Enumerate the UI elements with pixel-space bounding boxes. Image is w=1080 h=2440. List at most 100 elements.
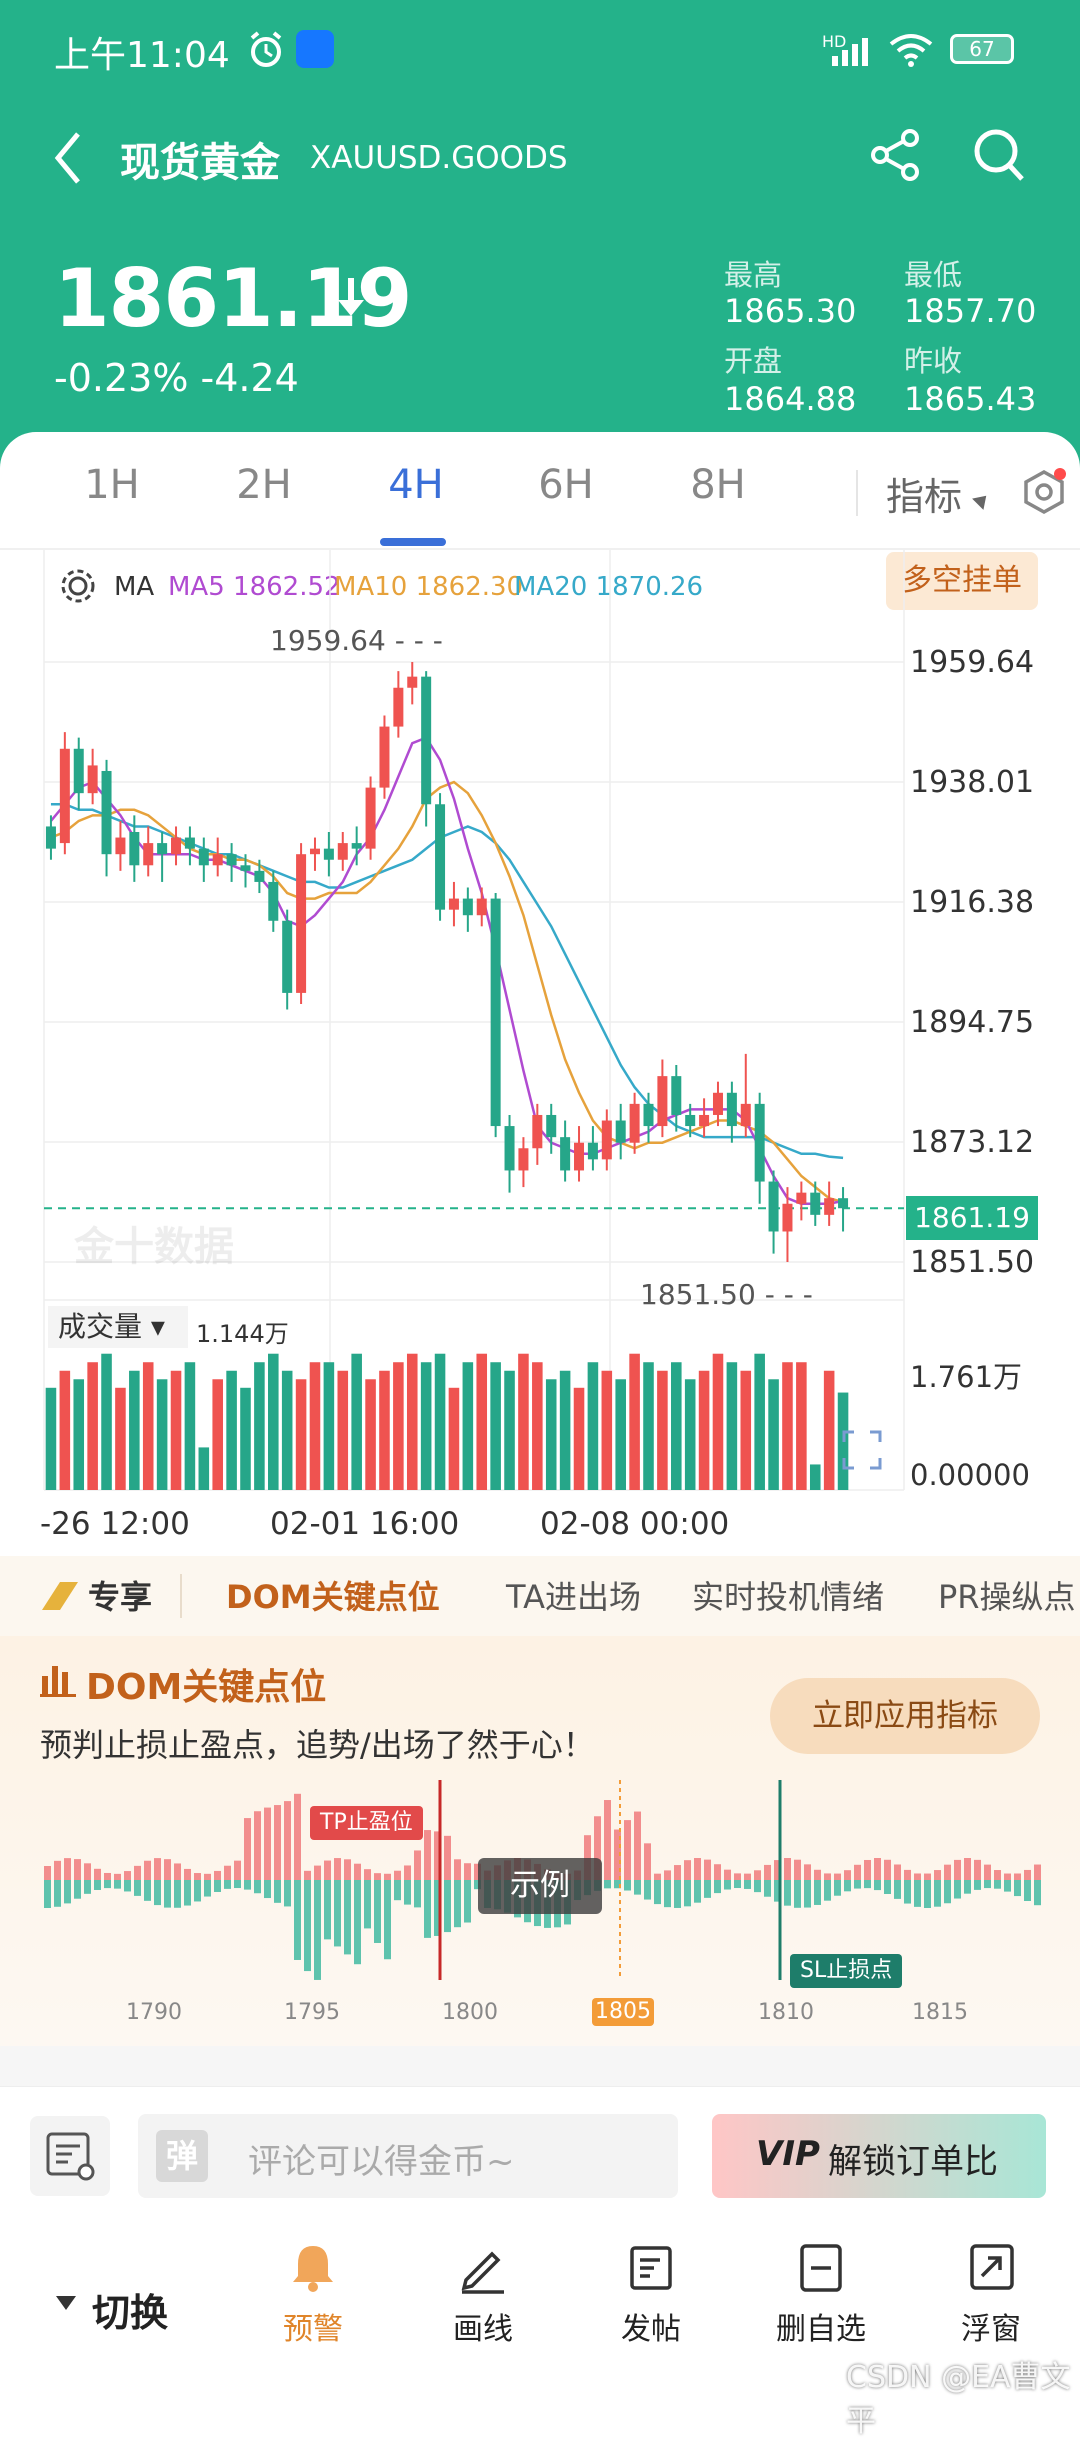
dom-bar-up: [974, 1859, 981, 1880]
dom-bar-down: [274, 1880, 281, 1903]
feature-tab-ta[interactable]: TA进出场: [506, 1572, 641, 1618]
dom-bar-up: [864, 1859, 871, 1880]
dom-bar-up: [844, 1870, 851, 1880]
candle-body: [296, 854, 307, 993]
tab-6h[interactable]: 6H: [496, 462, 636, 522]
tab-8h[interactable]: 8H: [648, 462, 788, 522]
dom-bar-down: [794, 1880, 801, 1908]
dom-bar-down: [374, 1880, 381, 1943]
volume-bar: [365, 1379, 376, 1490]
feature-tab-divider: [180, 1574, 182, 1618]
candle-body: [184, 837, 195, 849]
dom-bar-down: [334, 1880, 341, 1947]
settings-hex-icon[interactable]: [1020, 468, 1068, 520]
tab-2h[interactable]: 2H: [194, 462, 334, 522]
dom-bar-up: [694, 1858, 701, 1880]
candle-body: [351, 843, 362, 849]
feature-tab-dom[interactable]: DOM关键点位: [226, 1572, 440, 1618]
prev-close-label: 昨收: [904, 344, 963, 378]
volume-value: 1.144万: [196, 1320, 289, 1348]
dom-bar-up: [944, 1864, 951, 1880]
nav-float-window[interactable]: 浮窗: [916, 2240, 1066, 2348]
news-icon-button[interactable]: [30, 2116, 110, 2196]
volume-bar: [226, 1370, 237, 1490]
dom-bar-up: [644, 1843, 651, 1880]
feature-tab-pr[interactable]: PR操纵点: [938, 1572, 1076, 1618]
candle-body: [754, 1103, 765, 1182]
high-value: 1865.30: [724, 292, 857, 330]
volume-bar: [796, 1362, 807, 1490]
feature-tab-sentiment[interactable]: 实时投机情绪: [692, 1572, 884, 1618]
nav-alert[interactable]: 预警: [238, 2240, 388, 2348]
dom-bar-up: [914, 1873, 921, 1880]
dom-bar-up: [144, 1860, 151, 1880]
volume-bar: [101, 1353, 112, 1490]
volume-selector[interactable]: 成交量 ▾: [48, 1306, 188, 1348]
indicator-menu[interactable]: 指标: [886, 466, 962, 521]
comment-input[interactable]: 弹 评论可以得金币~: [138, 2114, 678, 2198]
back-arrow-icon[interactable]: [50, 128, 86, 192]
dom-bar-up: [124, 1871, 131, 1880]
battery-indicator: 67: [950, 34, 1014, 64]
dom-bar-down: [1024, 1880, 1031, 1902]
dom-bar-up: [624, 1820, 631, 1880]
candlestick-chart[interactable]: 1959.64 1938.01 1916.38 1894.75 1873.12 1851.…: [0, 550, 1080, 1550]
fullscreen-icon[interactable]: [840, 1428, 884, 1476]
nav-remove-watchlist[interactable]: 删自选: [746, 2240, 896, 2348]
dom-bar-up: [814, 1869, 821, 1880]
unlock-order-ratio-button[interactable]: VIP 解锁订单比: [712, 2114, 1046, 2198]
dom-bar-down: [804, 1880, 811, 1908]
dom-bar-up: [894, 1864, 901, 1880]
nav-float-label: 浮窗: [961, 2312, 1021, 2347]
symbol-code: XAUUSD.GOODS: [310, 140, 568, 176]
dom-bar-down: [924, 1880, 931, 1908]
nav-post[interactable]: 发帖: [576, 2240, 726, 2348]
volume-bar: [240, 1387, 251, 1490]
dom-bar-up: [954, 1859, 961, 1880]
nav-draw-line[interactable]: 画线: [408, 2240, 558, 2348]
dom-bar-up: [834, 1873, 841, 1880]
candle-body: [254, 870, 265, 882]
dom-bar-up: [284, 1801, 291, 1880]
dom-bar-down: [114, 1880, 121, 1889]
dom-bar-down: [944, 1880, 951, 1904]
search-icon[interactable]: [972, 126, 1028, 188]
candle-body: [421, 676, 432, 805]
share-icon[interactable]: [868, 128, 922, 186]
volume-bar: [657, 1370, 668, 1490]
signal-icon: [830, 36, 876, 70]
candle-body: [699, 1114, 710, 1127]
volume-bar: [559, 1370, 571, 1490]
dom-bar-up: [714, 1864, 721, 1880]
dom-bar-up: [344, 1859, 351, 1880]
feature-tab-exclusive[interactable]: 专享: [88, 1572, 152, 1618]
dom-bar-down: [964, 1880, 971, 1894]
dom-bar-down: [304, 1880, 311, 1972]
dom-bar-up: [394, 1870, 401, 1880]
candle-body: [615, 1120, 626, 1143]
dom-bar-up: [294, 1793, 301, 1880]
volume-bar: [59, 1370, 71, 1490]
candle-body: [657, 1076, 668, 1127]
switch-button[interactable]: 切换: [92, 2282, 168, 2337]
tab-4h[interactable]: 4H: [346, 462, 486, 522]
volume-bar: [142, 1362, 154, 1490]
volume-bar: [754, 1353, 765, 1490]
x-tick-3: 02-08 00:00: [540, 1506, 730, 1542]
volume-tick-zero: 0.00000: [910, 1458, 1030, 1492]
y-axis-labels: 1959.64 1938.01 1916.38 1894.75 1873.12 1851.…: [910, 645, 1034, 1280]
candle-body: [740, 1103, 751, 1127]
dom-bar-down: [684, 1880, 691, 1907]
nav-post-label: 发帖: [621, 2312, 681, 2347]
dom-bar-down: [104, 1880, 111, 1889]
nav-alert-label: 预警: [283, 2312, 343, 2347]
volume-bar: [601, 1370, 613, 1490]
volume-bar: [212, 1379, 223, 1490]
dom-bar-down: [724, 1880, 731, 1890]
candle-body: [212, 854, 223, 866]
float-window-icon: [970, 2244, 1014, 2290]
y-tick-label: 1894.75: [910, 1005, 1034, 1040]
dom-bar-up: [244, 1818, 251, 1880]
apply-indicator-button[interactable]: 立即应用指标: [770, 1678, 1040, 1754]
tab-1h[interactable]: 1H: [42, 462, 182, 522]
